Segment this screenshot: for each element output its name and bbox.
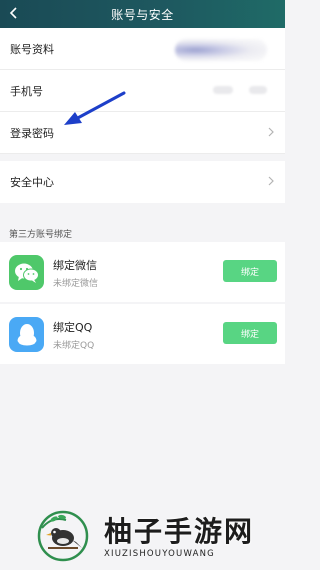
page-title: 账号与安全	[111, 8, 174, 22]
annotation-arrow-icon	[64, 91, 126, 125]
account-card: 账号资料 手机号 登录密码	[0, 28, 285, 154]
watermark-title: 柚子手游网	[104, 515, 255, 548]
bind-title: 绑定微信	[53, 259, 97, 272]
bind-qq-button[interactable]: 绑定	[223, 322, 277, 344]
security-card: 安全中心	[0, 161, 285, 203]
row-label: 安全中心	[10, 176, 54, 189]
section-title-third-party: 第三方账号绑定	[9, 230, 73, 240]
chevron-right-icon	[268, 176, 274, 186]
bind-title: 绑定QQ	[53, 321, 93, 334]
row-security-center[interactable]: 安全中心	[0, 161, 285, 203]
bind-row-wechat: 绑定微信 未绑定微信 绑定	[0, 242, 285, 302]
nav-header: 账号与安全	[0, 0, 285, 28]
bind-status: 未绑定微信	[53, 279, 99, 289]
watermark-subtitle: XIUZISHOUYOUWANG	[104, 549, 215, 559]
row-label: 账号资料	[10, 43, 54, 56]
avatar	[175, 39, 267, 61]
row-account-profile[interactable]: 账号资料	[0, 28, 285, 70]
wechat-icon	[9, 255, 44, 290]
watermark: 柚子手游网 XIUZISHOUYOUWANG	[32, 506, 277, 566]
row-login-password[interactable]: 登录密码	[0, 112, 285, 154]
phone-number-blurred	[213, 86, 233, 94]
bind-wechat-button[interactable]: 绑定	[223, 260, 277, 282]
bind-row-qq: 绑定QQ 未绑定QQ 绑定	[0, 304, 285, 364]
row-label: 手机号	[10, 85, 43, 98]
qq-icon	[9, 317, 44, 352]
chevron-right-icon	[268, 127, 274, 137]
row-phone[interactable]: 手机号	[0, 70, 285, 112]
bind-status: 未绑定QQ	[53, 341, 95, 351]
phone-number-blurred	[249, 86, 267, 94]
row-label: 登录密码	[10, 127, 54, 140]
watermark-logo-icon	[37, 510, 89, 562]
